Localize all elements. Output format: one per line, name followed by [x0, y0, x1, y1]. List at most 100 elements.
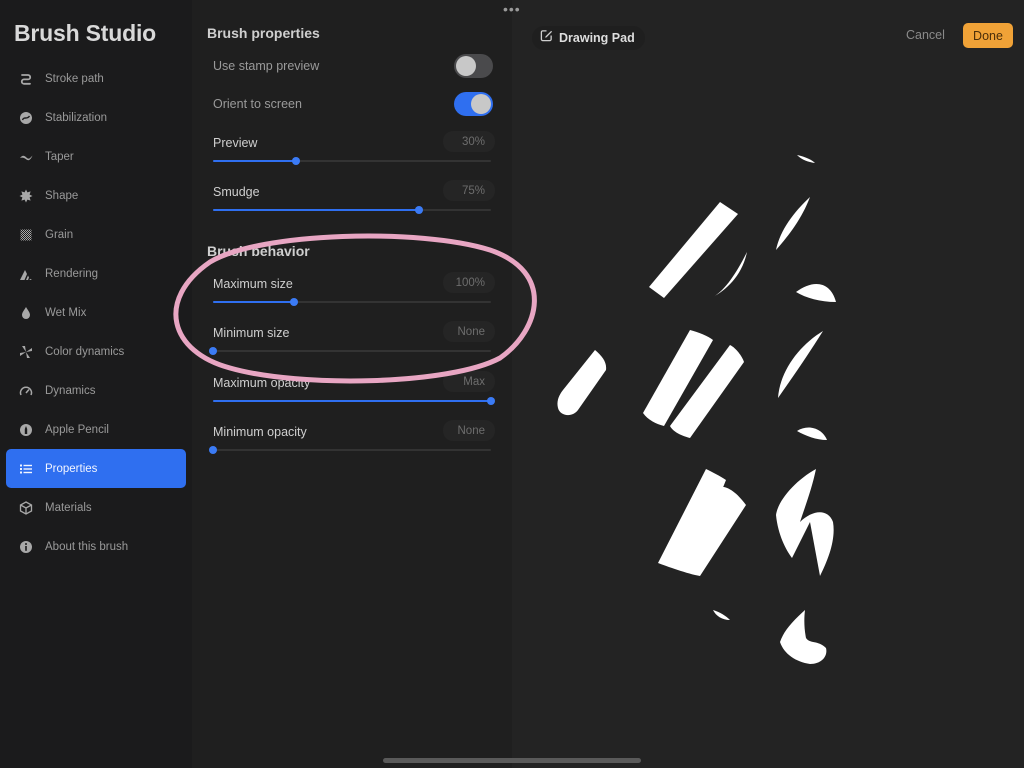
sidebar-item-label: Apple Pencil — [45, 423, 109, 436]
toggle-label: Use stamp preview — [213, 59, 320, 73]
stroke-mark — [778, 331, 823, 398]
sidebar-item-label: About this brush — [45, 540, 129, 553]
sidebar-item-apple-pencil[interactable]: Apple Pencil — [6, 410, 186, 449]
dynamics-icon — [6, 384, 45, 398]
sidebar-item-wet-mix[interactable]: Wet Mix — [6, 293, 186, 332]
more-options-icon[interactable]: ••• — [503, 2, 521, 16]
drawing-pad-chip[interactable]: Drawing Pad — [532, 26, 645, 50]
minimum-size-slider[interactable] — [209, 347, 491, 355]
taper-icon — [6, 150, 45, 164]
slider-row-smudge: Smudge 75% — [213, 180, 495, 225]
done-button[interactable]: Done — [963, 23, 1013, 48]
slider-value[interactable]: 75% — [443, 180, 495, 201]
stroke-mark — [557, 350, 607, 416]
slider-row-maximum-opacity: Maximum opacity Max — [213, 371, 495, 416]
sidebar-item-stabilization[interactable]: Stabilization — [6, 98, 186, 137]
stabilization-icon — [6, 111, 45, 125]
use-stamp-preview-toggle[interactable] — [454, 54, 493, 78]
shape-icon — [6, 189, 45, 203]
app-title: Brush Studio — [14, 20, 156, 46]
slider-row-preview: Preview 30% — [213, 131, 495, 176]
rendering-icon — [6, 267, 45, 281]
sidebar-item-materials[interactable]: Materials — [6, 488, 186, 527]
stroke-mark — [797, 155, 815, 163]
wet-mix-icon — [6, 306, 45, 320]
slider-thumb[interactable] — [292, 157, 301, 165]
slider-fill — [213, 160, 297, 162]
drawing-pad[interactable]: Drawing Pad Cancel Done — [512, 0, 1024, 768]
slider-fill — [213, 400, 491, 402]
slider-thumb[interactable] — [289, 298, 298, 306]
toggle-row-use-stamp-preview: Use stamp preview — [213, 54, 493, 78]
sidebar-item-taper[interactable]: Taper — [6, 137, 186, 176]
stroke-mark — [658, 469, 746, 576]
sidebar-item-label: Properties — [45, 462, 98, 475]
materials-icon — [6, 500, 45, 515]
home-indicator[interactable] — [383, 758, 641, 763]
slider-value[interactable]: Max — [443, 371, 495, 392]
sidebar-item-grain[interactable]: Grain — [6, 215, 186, 254]
orient-to-screen-toggle[interactable] — [454, 92, 493, 116]
sidebar-item-color-dynamics[interactable]: Color dynamics — [6, 332, 186, 371]
slider-label: Minimum opacity — [213, 425, 307, 439]
toggle-knob — [471, 94, 491, 114]
sidebar-item-label: Materials — [45, 501, 92, 514]
slider-thumb[interactable] — [209, 446, 217, 454]
slider-thumb[interactable] — [209, 347, 217, 355]
slider-value[interactable]: 30% — [443, 131, 495, 152]
slider-label: Smudge — [213, 185, 260, 199]
section-title-brush-behavior: Brush behavior — [207, 243, 310, 259]
slider-row-maximum-size: Maximum size 100% — [213, 272, 495, 317]
section-title-brush-properties: Brush properties — [207, 25, 320, 41]
slider-label: Preview — [213, 136, 258, 150]
sidebar: Brush Studio Stroke path Stabilization T… — [0, 0, 192, 768]
sidebar-item-label: Color dynamics — [45, 345, 125, 358]
maximum-size-slider[interactable] — [213, 298, 491, 306]
minimum-opacity-slider[interactable] — [209, 446, 491, 454]
sidebar-item-about-this-brush[interactable]: About this brush — [6, 527, 186, 566]
sidebar-item-properties[interactable]: Properties — [6, 449, 186, 488]
cancel-button[interactable]: Cancel — [906, 28, 945, 42]
sidebar-item-label: Stroke path — [45, 72, 104, 85]
toggle-knob — [456, 56, 476, 76]
slider-row-minimum-opacity: Minimum opacity None — [209, 420, 495, 465]
sidebar-item-label: Shape — [45, 189, 79, 202]
stroke-mark — [776, 197, 810, 250]
sidebar-item-label: Stabilization — [45, 111, 108, 124]
slider-label: Maximum size — [213, 277, 293, 291]
edit-icon — [540, 29, 553, 47]
slider-fill — [213, 209, 419, 211]
stroke-mark — [780, 610, 827, 664]
sidebar-item-label: Wet Mix — [45, 306, 87, 319]
slider-row-minimum-size: Minimum size None — [209, 321, 495, 366]
preview-slider[interactable] — [213, 157, 491, 165]
grain-icon — [6, 228, 45, 242]
sidebar-item-stroke-path[interactable]: Stroke path — [6, 59, 186, 98]
sidebar-item-dynamics[interactable]: Dynamics — [6, 371, 186, 410]
slider-thumb[interactable] — [487, 397, 495, 405]
sidebar-item-label: Grain — [45, 228, 74, 241]
properties-panel: Brush properties Use stamp preview Orien… — [192, 0, 512, 768]
apple-pencil-icon — [6, 423, 45, 437]
stroke-mark — [776, 469, 834, 576]
stroke-path-icon — [6, 72, 45, 86]
stroke-mark — [796, 283, 836, 302]
sidebar-item-shape[interactable]: Shape — [6, 176, 186, 215]
sidebar-nav: Stroke path Stabilization Taper Shape Gr… — [6, 59, 186, 566]
sidebar-item-label: Taper — [45, 150, 74, 163]
sidebar-item-label: Dynamics — [45, 384, 96, 397]
brush-preview-strokes — [557, 155, 836, 664]
slider-value[interactable]: None — [443, 420, 495, 441]
drawing-pad-label: Drawing Pad — [559, 31, 635, 45]
toggle-row-orient-to-screen: Orient to screen — [213, 92, 493, 116]
slider-value[interactable]: 100% — [443, 272, 495, 293]
stroke-mark — [797, 427, 827, 440]
slider-value[interactable]: None — [443, 321, 495, 342]
info-icon — [6, 540, 45, 554]
color-dynamics-icon — [6, 345, 45, 359]
sidebar-item-label: Rendering — [45, 267, 99, 280]
sidebar-item-rendering[interactable]: Rendering — [6, 254, 186, 293]
maximum-opacity-slider[interactable] — [213, 397, 495, 405]
smudge-slider[interactable] — [213, 206, 491, 214]
slider-thumb[interactable] — [414, 206, 423, 214]
